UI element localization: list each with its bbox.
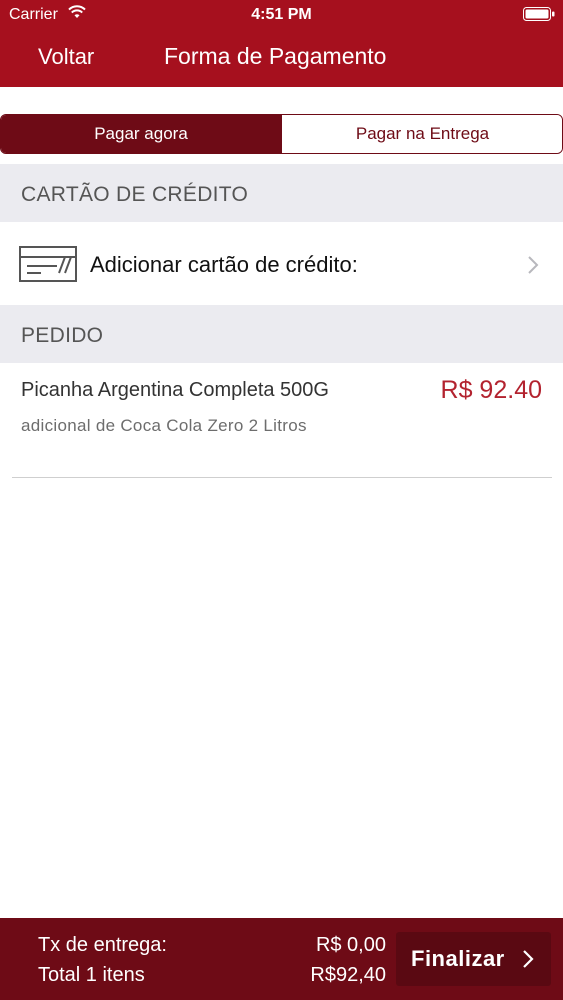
item-addon: adicional de Coca Cola Zero 2 Litros xyxy=(21,416,307,435)
item-name: Picanha Argentina Completa 500G xyxy=(21,379,329,401)
add-card-label: Adicionar cartão de crédito: xyxy=(90,252,358,277)
delivery-fee-value: R$ 0,00 xyxy=(315,934,386,956)
order-summary-footer: Tx de entrega: R$ 0,00 Total 1 itens R$9… xyxy=(0,918,563,1000)
finish-label: Finalizar xyxy=(411,946,505,971)
delivery-fee-label: Tx de entrega: xyxy=(38,934,167,956)
item-price: R$ 92.40 xyxy=(440,376,542,404)
total-label: Total 1 itens xyxy=(38,964,145,986)
total-value: R$92,40 xyxy=(310,964,386,986)
section-title: CARTÃO DE CRÉDITO xyxy=(21,183,249,206)
add-credit-card-row[interactable]: Adicionar cartão de crédito: xyxy=(0,223,563,305)
credit-card-icon xyxy=(19,246,77,282)
navigation-bar: Voltar Forma de Pagamento xyxy=(0,30,563,87)
status-bar: Carrier 4:51 PM xyxy=(0,0,563,30)
divider xyxy=(12,477,552,478)
order-item: Picanha Argentina Completa 500G R$ 92.40… xyxy=(0,364,563,478)
back-button[interactable]: Voltar xyxy=(38,44,94,70)
section-title: PEDIDO xyxy=(21,324,104,347)
order-section-header: PEDIDO xyxy=(0,305,563,363)
finish-order-button[interactable]: Finalizar xyxy=(396,932,551,986)
battery-icon xyxy=(523,7,555,21)
chevron-right-icon xyxy=(523,950,534,968)
chevron-right-icon xyxy=(528,256,539,274)
clock: 4:51 PM xyxy=(251,6,312,23)
credit-card-section-header: CARTÃO DE CRÉDITO xyxy=(0,164,563,222)
payment-type-segmented-control: Pagar agora Pagar na Entrega xyxy=(0,114,563,154)
tab-pay-on-delivery[interactable]: Pagar na Entrega xyxy=(281,115,562,153)
tab-pay-now[interactable]: Pagar agora xyxy=(1,115,281,153)
page-title: Forma de Pagamento xyxy=(164,43,387,69)
